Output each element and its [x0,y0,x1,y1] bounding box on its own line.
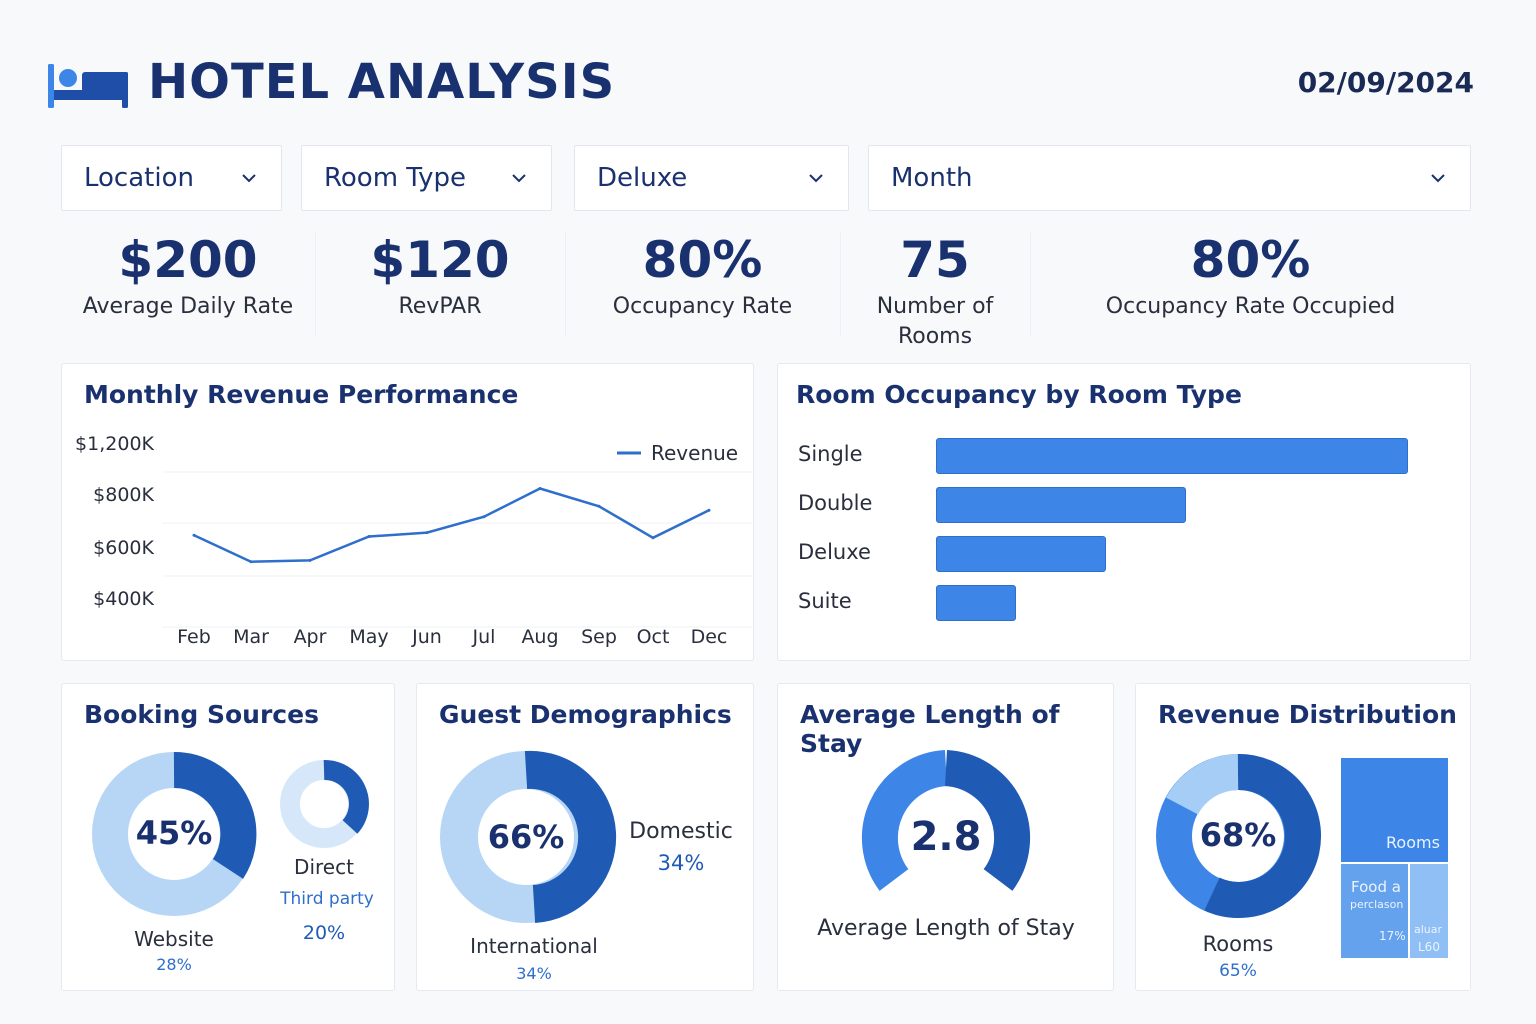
kpi-average-daily-rate: $200 Average Daily Rate [61,228,315,348]
rooms-value: 65% [1219,961,1257,981]
x-tick-label: Jun [412,626,442,648]
kpi-label: Rooms [897,324,973,349]
domestic-label: Domestic [629,819,733,844]
length-of-stay-card: Average Length of Stay 2.8 Average Lengt… [777,683,1114,991]
website-label: Website [134,927,214,951]
x-tick-label: Mar [233,626,269,648]
x-tick-label: Feb [177,626,211,648]
revenue-point [308,558,312,562]
room-type-filter[interactable]: Room Type [301,145,552,211]
gauge-label: Average Length of Stay [817,916,1075,941]
x-tick-label: Sep [581,626,617,648]
third-party-value: 20% [302,922,346,944]
occupancy-bar [936,487,1187,523]
bar-category-label: Deluxe [798,540,871,564]
revenue-point [249,560,253,564]
gauge-center-value: 2.8 [910,814,982,860]
room-type-filter-label: Room Type [324,163,467,193]
month-filter[interactable]: Month [868,145,1471,211]
treemap-other-label-2: L60 [1418,940,1440,954]
treemap-food-label-2: perclason [1350,898,1404,911]
report-date: 02/09/2024 [1297,66,1474,99]
y-tick-label: $1,200K [75,433,154,455]
occupancy-bar [936,585,1017,621]
small-donut-direct [323,760,369,834]
chevron-down-icon [242,174,256,183]
domestic-value: 34% [657,851,705,875]
international-label: International [470,934,598,958]
direct-label: Direct [294,855,354,879]
guest-demographics-card: Guest Demographics 66% Domestic 34% Inte… [416,683,754,991]
month-filter-label: Month [891,163,973,193]
treemap-food-label: Food a [1351,878,1401,896]
revenue-distribution-card: Revenue Distribution 68% Rooms 65% Rooms… [1135,683,1471,991]
revenue-point [707,508,711,512]
website-value: 28% [156,955,192,974]
treemap-other-label: aluar [1414,923,1443,936]
occupancy-bar [936,536,1106,572]
booking-sources-card: Booking Sources 45% Website 28% Direct T… [61,683,395,991]
kpi-label: Occupancy Rate [612,294,793,319]
kpi-label: RevPAR [398,294,482,319]
kpi-label: Occupancy Rate Occupied [1105,294,1396,319]
treemap-rooms-label: Rooms [1386,833,1440,852]
international-value: 34% [516,964,552,983]
kpi-number-of-rooms: 75 Number of Rooms [840,228,1030,349]
page-header: HOTEL ANALYSIS 02/09/2024 [44,52,1484,116]
revenue-point [597,504,601,508]
y-tick-label: $800K [93,484,154,506]
deluxe-filter[interactable]: Deluxe [574,145,849,211]
third-party-label: Third party [280,889,374,909]
revenue-point [192,533,196,537]
kpi-value: 75 [900,231,970,289]
treemap-food-pct: 17% [1379,929,1406,943]
revenue-point [538,487,542,490]
revenue-point [482,515,486,519]
y-tick-label: $400K [93,588,154,610]
x-tick-label: Dec [690,626,728,648]
donut-center-value: 45% [135,814,213,852]
x-tick-label: Oct [636,626,670,648]
x-tick-label: Jul [472,626,496,648]
location-filter[interactable]: Location [61,145,282,211]
revenue-line-chart [162,451,752,628]
kpi-revpar: $120 RevPAR [315,228,565,348]
revenue-series-line [193,487,710,563]
card-title: Room Occupancy by Room Type [796,380,1242,409]
location-filter-label: Location [84,163,194,193]
rooms-label: Rooms [1202,932,1274,956]
bar-category-label: Single [798,442,863,466]
donut-center-value: 68% [1199,816,1277,854]
x-tick-label: Apr [293,626,327,648]
kpi-value: 80% [642,231,763,289]
kpi-value: $200 [118,231,258,289]
occupancy-bar [936,438,1408,474]
revenue-point [367,535,371,538]
bar-category-label: Double [798,491,873,515]
kpi-value: 80% [1190,231,1311,289]
kpi-label: Number of [876,294,994,319]
y-tick-label: $600K [93,537,154,559]
chevron-down-icon [512,174,526,183]
legend-label: Revenue [651,441,739,465]
page-title: HOTEL ANALYSIS [148,54,616,110]
revenue-point [651,536,655,540]
x-tick-label: Aug [521,626,559,648]
room-occupancy-card: Room Occupancy by Room Type Single Double… [777,363,1471,661]
kpi-occupancy-rate: 80% Occupancy Rate [565,228,840,348]
bed-icon [48,64,128,108]
monthly-revenue-card: Monthly Revenue Performance Revenue $1,2… [61,363,754,661]
bar-category-label: Suite [798,589,852,613]
deluxe-filter-label: Deluxe [597,163,688,193]
chevron-down-icon [1431,174,1445,183]
kpi-value: $120 [370,231,510,289]
kpi-occupancy-rate-occupied: 80% Occupancy Rate Occupied [1030,228,1471,348]
revenue-point [425,531,429,535]
chevron-down-icon [809,174,823,183]
donut-segment-light [1166,754,1239,816]
donut-center-value: 66% [487,818,565,856]
kpi-label: Average Daily Rate [82,294,294,319]
x-tick-label: May [349,626,389,648]
